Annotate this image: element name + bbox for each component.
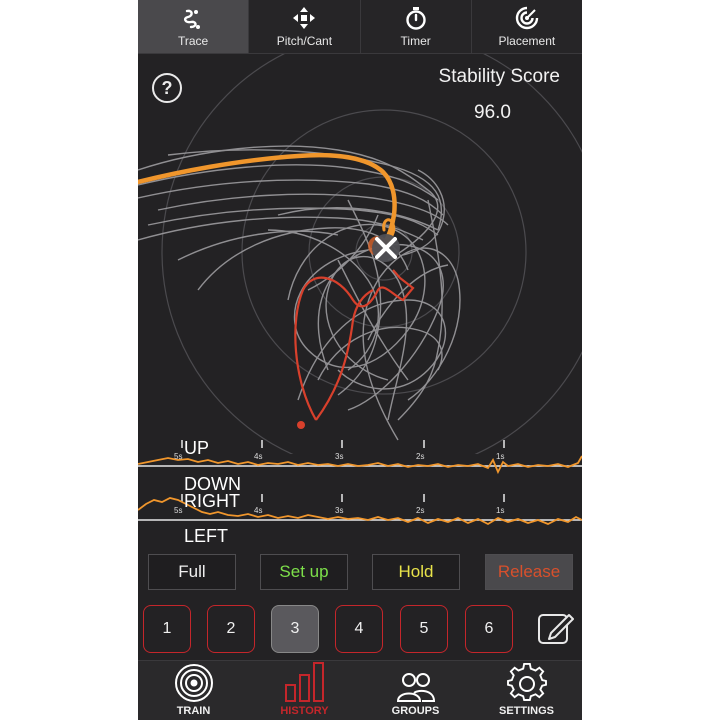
nav-label: HISTORY [280, 705, 329, 717]
phase-full-button[interactable]: Full [148, 554, 236, 590]
time-tick-5s: 5s [174, 506, 183, 515]
vertical-movement-graph: 5s 4s 3s 2s 1s UP DOWN [138, 436, 582, 496]
bottom-nav: TRAIN HISTORY GROUPS SETTINGS [138, 660, 582, 720]
target-icon [515, 6, 539, 30]
nav-train[interactable]: TRAIN [138, 661, 249, 720]
time-tick-4s: 4s [254, 506, 263, 515]
shot-button-5[interactable]: 5 [400, 605, 448, 653]
tab-label: Placement [498, 34, 556, 48]
help-button[interactable]: ? [152, 73, 182, 103]
edit-button[interactable] [536, 608, 576, 648]
nav-label: TRAIN [176, 705, 211, 717]
time-tick-4s: 4s [254, 452, 263, 461]
bar-chart-icon [284, 662, 324, 702]
shot-button-6[interactable]: 6 [465, 605, 513, 653]
gear-icon [506, 663, 547, 701]
trace-icon [184, 9, 201, 29]
shot-button-2[interactable]: 2 [207, 605, 255, 653]
tab-placement[interactable]: Placement [472, 0, 582, 53]
nav-groups[interactable]: GROUPS [360, 661, 471, 720]
nav-label: GROUPS [391, 705, 440, 717]
graph-label-left: LEFT [184, 526, 229, 546]
edit-icon [538, 614, 574, 644]
stability-score-value: 96.0 [474, 102, 511, 123]
graph-label-right: RIGHT [184, 491, 240, 511]
time-tick-2s: 2s [416, 452, 425, 461]
stability-score-label: Stability Score [438, 66, 560, 87]
nav-history[interactable]: HISTORY [249, 661, 360, 720]
phase-hold-button[interactable]: Hold [372, 554, 460, 590]
people-icon [396, 673, 435, 702]
time-tick-3s: 3s [335, 506, 344, 515]
help-label: ? [161, 77, 173, 98]
nav-settings[interactable]: SETTINGS [471, 661, 582, 720]
shot-button-4[interactable]: 4 [335, 605, 383, 653]
tab-label: Pitch/Cant [276, 34, 333, 48]
phase-setup-button[interactable]: Set up [260, 554, 348, 590]
time-tick-2s: 2s [416, 506, 425, 515]
target-rings-icon [174, 664, 213, 702]
tab-timer[interactable]: Timer [361, 0, 472, 53]
top-tab-bar: Trace Pitch/Cant Timer Placement [138, 0, 582, 54]
time-tick-1s: 1s [496, 506, 505, 515]
app-screen: Trace Pitch/Cant Timer Placement ? Stabi… [138, 0, 582, 720]
tab-label: Trace [178, 34, 209, 48]
time-tick-3s: 3s [335, 452, 344, 461]
crosshair-arrows-icon [293, 7, 316, 29]
graph-label-up: UP [184, 438, 210, 458]
time-tick-1s: 1s [496, 452, 505, 461]
shot-button-1[interactable]: 1 [143, 605, 191, 653]
trace-plot [138, 54, 582, 454]
tab-label: Timer [400, 34, 431, 48]
phase-release-button[interactable]: Release [485, 554, 573, 590]
nav-label: SETTINGS [498, 705, 554, 717]
shot-button-3[interactable]: 3 [271, 605, 319, 653]
tab-trace[interactable]: Trace [138, 0, 250, 53]
phase-filter-row: Full Set up Hold Release [138, 554, 582, 590]
horizontal-movement-graph: 5s 4s 3s 2s 1s RIGHT LEFT [138, 490, 582, 550]
tab-pitch-cant[interactable]: Pitch/Cant [249, 0, 361, 53]
stopwatch-icon [405, 7, 426, 30]
time-tick-5s: 5s [174, 452, 183, 461]
